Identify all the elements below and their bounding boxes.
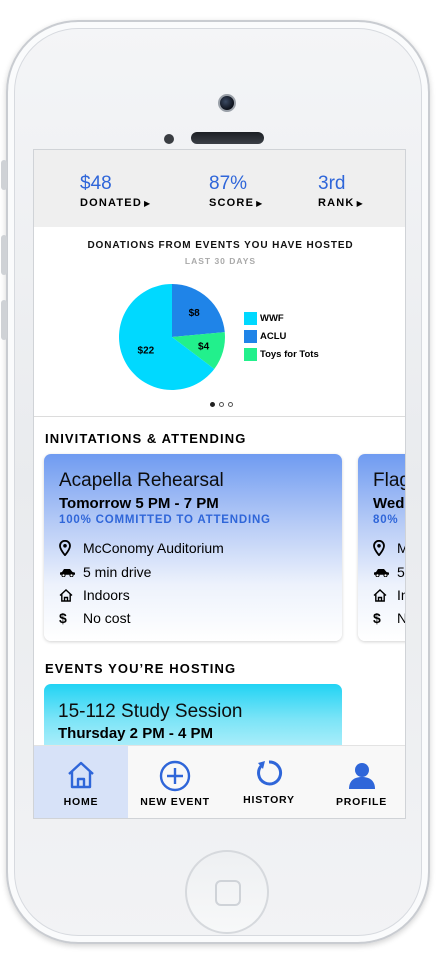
dollar-icon: $ [59, 610, 67, 626]
tab-label: HISTORY [243, 794, 295, 806]
event-cost: No cost [83, 610, 131, 626]
caret-right-icon: ▶ [356, 199, 363, 208]
house-icon [373, 588, 393, 602]
event-title: 15-112 Study Session [58, 701, 243, 722]
dollar-icon: $ [373, 610, 381, 626]
mute-switch [1, 160, 7, 190]
page-dot[interactable] [210, 402, 215, 407]
home-icon [34, 760, 128, 790]
tab-profile[interactable]: PROFILE [316, 746, 405, 818]
chart-subtitle: LAST 30 DAYS [184, 256, 257, 266]
stat-label: RANK ▶ [318, 197, 363, 209]
chart-legend: WWF ACLU Toys for Tots [244, 309, 319, 363]
hosted-event-card[interactable]: 15-112 Study Session Thursday 2 PM - 4 P… [44, 684, 342, 754]
event-location: McConomy Auditorium [83, 540, 224, 556]
legend-item: WWF [244, 309, 319, 327]
pie-value-label: $4 [198, 341, 210, 352]
car-icon [59, 567, 79, 577]
caret-right-icon: ▶ [256, 199, 263, 208]
event-travel: 5 min drive [83, 564, 152, 580]
event-commitment: 80% [373, 514, 399, 526]
volume-up-button [1, 235, 7, 275]
stat-rank[interactable]: 3rd RANK ▶ [318, 173, 363, 210]
event-title: Acapella Rehearsal [59, 470, 224, 491]
hosting-heading: EVENTS YOU’RE HOSTING [45, 661, 237, 676]
event-cost-row: $N [373, 610, 405, 626]
event-cost-row: $ No cost [59, 610, 130, 626]
history-icon [222, 758, 316, 788]
event-card[interactable]: Acapella Rehearsal Tomorrow 5 PM - 7 PM … [44, 454, 342, 641]
invitations-heading: INIVITATIONS & ATTENDING [45, 431, 247, 446]
earpiece-speaker [191, 132, 264, 144]
legend-label: Toys for Tots [260, 348, 319, 360]
event-setting-row: In [373, 587, 405, 603]
stat-value: 87% [209, 173, 248, 194]
person-icon [316, 760, 405, 790]
location-pin-icon [373, 540, 393, 556]
caret-right-icon: ▶ [143, 199, 151, 208]
tab-new-event[interactable]: NEW EVENT [128, 746, 222, 818]
event-travel-row: 5 min drive [59, 564, 151, 580]
tab-home[interactable]: HOME [34, 746, 128, 818]
front-camera [218, 94, 236, 112]
app-screen: $48 DONATED ▶ 87% SCORE ▶ 3rd RANK ▶ DONATI… [33, 149, 406, 819]
event-location-row: McConomy Auditorium [59, 540, 224, 556]
pie-value-label: $8 [189, 308, 201, 319]
donations-chart-section[interactable]: DONATIONS FROM EVENTS YOU HAVE HOSTED LA… [34, 227, 405, 417]
stat-value: 3rd [318, 173, 346, 194]
event-title: Flag [373, 470, 405, 491]
event-time: Tomorrow 5 PM - 7 PM [59, 495, 219, 512]
legend-swatch [244, 329, 257, 343]
location-pin-icon [59, 540, 79, 556]
pie-value-label: $22 [138, 345, 155, 356]
chart-title: DONATIONS FROM EVENTS YOU HAVE HOSTED [87, 240, 354, 251]
stats-bar: $48 DONATED ▶ 87% SCORE ▶ 3rd RANK ▶ [34, 150, 405, 227]
plus-circle-icon [128, 760, 222, 792]
legend-item: ACLU [244, 327, 319, 345]
bottom-tab-bar: HOME NEW EVENT HISTORY PROFILE [34, 745, 405, 818]
event-commitment: 100% COMMITTED TO ATTENDING [59, 514, 271, 526]
carousel-page-indicator[interactable] [210, 402, 233, 407]
page-dot[interactable] [219, 402, 224, 407]
stat-label: DONATED ▶ [80, 197, 151, 209]
legend-label: WWF [260, 312, 284, 324]
stat-donated[interactable]: $48 DONATED ▶ [80, 173, 151, 210]
event-setting-row: Indoors [59, 587, 130, 603]
event-setting: In [397, 587, 405, 603]
stat-value: $48 [80, 173, 112, 194]
event-location: M [397, 540, 405, 556]
car-icon [373, 567, 393, 577]
tab-label: HOME [63, 796, 99, 808]
proximity-sensor [164, 134, 174, 144]
event-card[interactable]: Flag Wed 80% M 5 In $N [358, 454, 405, 641]
event-setting: Indoors [83, 587, 130, 603]
event-travel: 5 [397, 564, 405, 580]
tab-label: NEW EVENT [140, 796, 210, 808]
tab-label: PROFILE [335, 796, 388, 808]
house-icon [59, 588, 79, 602]
stat-score[interactable]: 87% SCORE ▶ [209, 173, 263, 210]
event-travel-row: 5 [373, 564, 405, 580]
legend-item: Toys for Tots [244, 345, 319, 363]
legend-label: ACLU [260, 330, 287, 342]
page-dot[interactable] [228, 402, 233, 407]
legend-swatch [244, 347, 257, 361]
event-time: Wed [373, 495, 405, 512]
hardware-home-button[interactable] [185, 850, 269, 934]
event-location-row: M [373, 540, 405, 556]
event-cost: N [397, 610, 405, 626]
tab-history[interactable]: HISTORY [222, 746, 316, 818]
volume-down-button [1, 300, 7, 340]
donations-pie-chart: $8 $4 $22 [118, 284, 225, 390]
event-time: Thursday 2 PM - 4 PM [58, 725, 214, 742]
legend-swatch [244, 311, 257, 325]
stat-label: SCORE ▶ [209, 197, 263, 209]
